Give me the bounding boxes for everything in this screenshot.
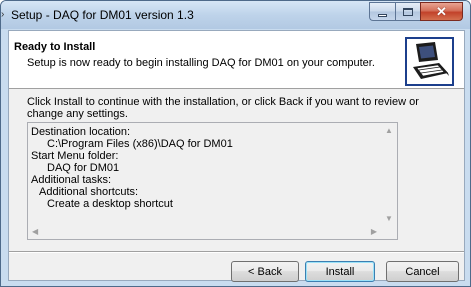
close-icon: ✕	[436, 4, 447, 19]
scroll-up-icon[interactable]: ▲	[385, 127, 393, 135]
setup-window: › Setup - DAQ for DM01 version 1.3 ✕ Rea…	[0, 0, 471, 287]
maximize-icon	[403, 7, 413, 16]
vertical-scrollbar[interactable]: ▲ ▼	[380, 123, 397, 225]
destination-value: C:\Program Files (x86)\DAQ for DM01	[47, 138, 233, 150]
start-menu-label: Start Menu folder:	[31, 150, 119, 162]
ready-memo[interactable]: Destination location: C:\Program Files (…	[27, 122, 398, 240]
minimize-icon	[378, 14, 387, 17]
button-divider	[9, 251, 464, 253]
shortcuts-label: Additional shortcuts:	[39, 186, 139, 198]
tasks-label: Additional tasks:	[31, 174, 112, 186]
memo-content: Destination location: C:\Program Files (…	[31, 126, 371, 210]
page-title: Ready to Install	[14, 41, 96, 53]
minimize-button[interactable]	[369, 2, 395, 21]
scroll-down-icon[interactable]: ▼	[385, 215, 393, 223]
wizard-header: Ready to Install Setup is now ready to b…	[9, 31, 464, 89]
title-bar[interactable]: › Setup - DAQ for DM01 version 1.3 ✕	[1, 1, 470, 29]
page-subtitle: Setup is now ready to begin installing D…	[27, 57, 375, 69]
shortcut-value: Create a desktop shortcut	[47, 198, 173, 210]
scroll-right-icon[interactable]: ▶	[371, 228, 377, 236]
setup-app-icon[interactable]: ›	[1, 9, 9, 21]
install-button[interactable]: Install	[305, 261, 375, 282]
instructions-text: Click Install to continue with the insta…	[27, 96, 419, 120]
maximize-button[interactable]	[395, 2, 420, 21]
destination-label: Destination location:	[31, 126, 131, 138]
wizard-client-area: Ready to Install Setup is now ready to b…	[8, 30, 465, 282]
cancel-button[interactable]: Cancel	[386, 261, 459, 282]
window-title: Setup - DAQ for DM01 version 1.3	[11, 8, 194, 22]
computer-wizard-icon	[405, 37, 454, 86]
horizontal-scrollbar[interactable]: ◀ ▶	[28, 225, 380, 239]
scroll-left-icon[interactable]: ◀	[32, 228, 38, 236]
caption-buttons: ✕	[369, 2, 463, 21]
start-menu-value: DAQ for DM01	[47, 162, 120, 174]
back-button[interactable]: < Back	[231, 261, 299, 282]
close-button[interactable]: ✕	[420, 2, 463, 21]
